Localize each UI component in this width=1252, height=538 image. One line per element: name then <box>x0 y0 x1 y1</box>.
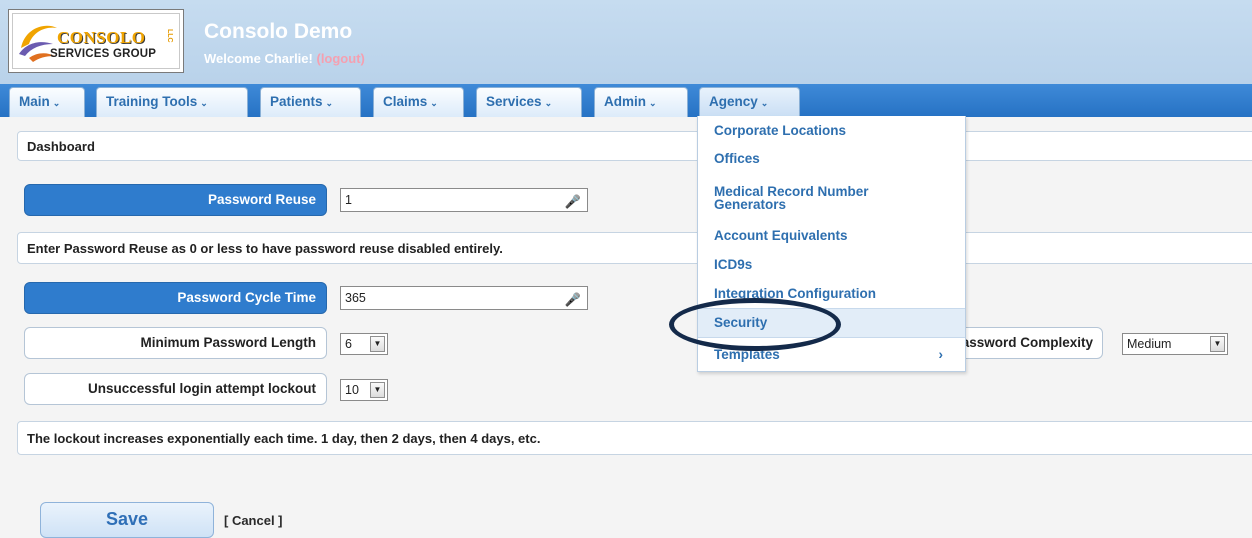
password-complexity-label: Password Complexity <box>945 327 1103 359</box>
select-value: 6 <box>345 337 352 351</box>
password-reuse-input[interactable]: 1 🎤 <box>340 188 588 212</box>
tab-main[interactable]: Main ⌄ <box>9 87 85 117</box>
password-reuse-label: Password Reuse <box>24 184 327 216</box>
login-lockout-label: Unsuccessful login attempt lockout <box>24 373 327 405</box>
welcome-text: Welcome Charlie! <box>204 51 313 66</box>
chevron-down-icon: ⌄ <box>52 98 61 108</box>
app-title: Consolo Demo <box>204 20 353 43</box>
tab-services[interactable]: Services ⌄ <box>476 87 582 117</box>
menu-item-icd9s[interactable]: ICD9s <box>698 258 965 272</box>
microphone-icon[interactable]: 🎤 <box>565 289 581 311</box>
tab-training-tools[interactable]: Training Tools ⌄ <box>96 87 248 117</box>
tab-claims[interactable]: Claims ⌄ <box>373 87 464 117</box>
menu-item-templates[interactable]: Templates › <box>698 348 965 362</box>
chevron-down-icon: ⌄ <box>325 98 334 108</box>
chevron-down-icon: ⌄ <box>760 98 769 108</box>
tab-label: Admin <box>604 94 646 109</box>
tab-label: Training Tools <box>106 94 198 109</box>
menu-item-integration-configuration[interactable]: Integration Configuration <box>698 287 965 301</box>
select-value: 10 <box>345 383 359 397</box>
input-value: 1 <box>345 193 352 207</box>
chevron-down-icon: ⌄ <box>649 98 657 108</box>
cancel-link[interactable]: [ Cancel ] <box>224 513 283 528</box>
password-cycle-time-label: Password Cycle Time <box>24 282 327 314</box>
menu-item-label: Templates <box>714 347 780 362</box>
chevron-right-icon: › <box>938 347 944 362</box>
save-button[interactable]: Save <box>40 502 214 538</box>
menu-item-security[interactable]: Security <box>698 308 965 338</box>
login-lockout-select[interactable]: 10 ▼ <box>340 379 388 401</box>
tab-label: Services <box>486 94 542 109</box>
password-complexity-select[interactable]: Medium ▼ <box>1122 333 1228 355</box>
menu-item-corporate-locations[interactable]: Corporate Locations <box>698 124 965 138</box>
input-value: 365 <box>345 291 366 305</box>
chevron-down-icon: ⌄ <box>544 98 553 108</box>
logout-link[interactable]: (logout) <box>316 51 364 66</box>
triangle-down-icon: ▼ <box>370 382 385 398</box>
tab-label: Patients <box>270 94 323 109</box>
chevron-down-icon: ⌄ <box>430 98 438 108</box>
minimum-password-length-label: Minimum Password Length <box>24 327 327 359</box>
tab-label: Claims <box>383 94 428 109</box>
tab-label: Agency <box>709 94 758 109</box>
password-cycle-time-input[interactable]: 365 🎤 <box>340 286 588 310</box>
minimum-password-length-select[interactable]: 6 ▼ <box>340 333 388 355</box>
tab-admin[interactable]: Admin ⌄ <box>594 87 688 117</box>
page-title: Dashboard <box>17 131 1252 161</box>
triangle-down-icon: ▼ <box>1210 336 1225 352</box>
tab-agency[interactable]: Agency ⌄ <box>699 87 800 117</box>
tab-patients[interactable]: Patients ⌄ <box>260 87 361 117</box>
menu-item-medical-record-number-generators[interactable]: Medical Record Number Generators <box>698 185 965 212</box>
main-nav-bar: Main ⌄ Training Tools ⌄ Patients ⌄ Claims ⌄ … <box>0 84 1252 117</box>
tab-label: Main <box>19 94 50 109</box>
lockout-note: The lockout increases exponentially each… <box>17 421 1252 455</box>
app-header: CONSOLO LLC SERVICES GROUP Consolo Demo … <box>0 0 1252 84</box>
menu-item-account-equivalents[interactable]: Account Equivalents <box>698 229 965 243</box>
logo-subtitle: SERVICES GROUP <box>50 48 157 60</box>
menu-item-offices[interactable]: Offices <box>698 152 965 166</box>
consolo-logo[interactable]: CONSOLO LLC SERVICES GROUP <box>8 9 184 73</box>
logo-llc-mark: LLC <box>166 29 173 43</box>
triangle-down-icon: ▼ <box>370 336 385 352</box>
agency-dropdown-menu: Corporate Locations Offices Medical Reco… <box>697 116 966 372</box>
chevron-down-icon: ⌄ <box>200 98 208 108</box>
welcome-message: Welcome Charlie! (logout) <box>204 51 365 66</box>
select-value: Medium <box>1127 337 1172 351</box>
logo-wordmark: CONSOLO <box>57 28 146 47</box>
microphone-icon[interactable]: 🎤 <box>565 191 581 213</box>
password-reuse-note: Enter Password Reuse as 0 or less to hav… <box>17 232 1252 264</box>
